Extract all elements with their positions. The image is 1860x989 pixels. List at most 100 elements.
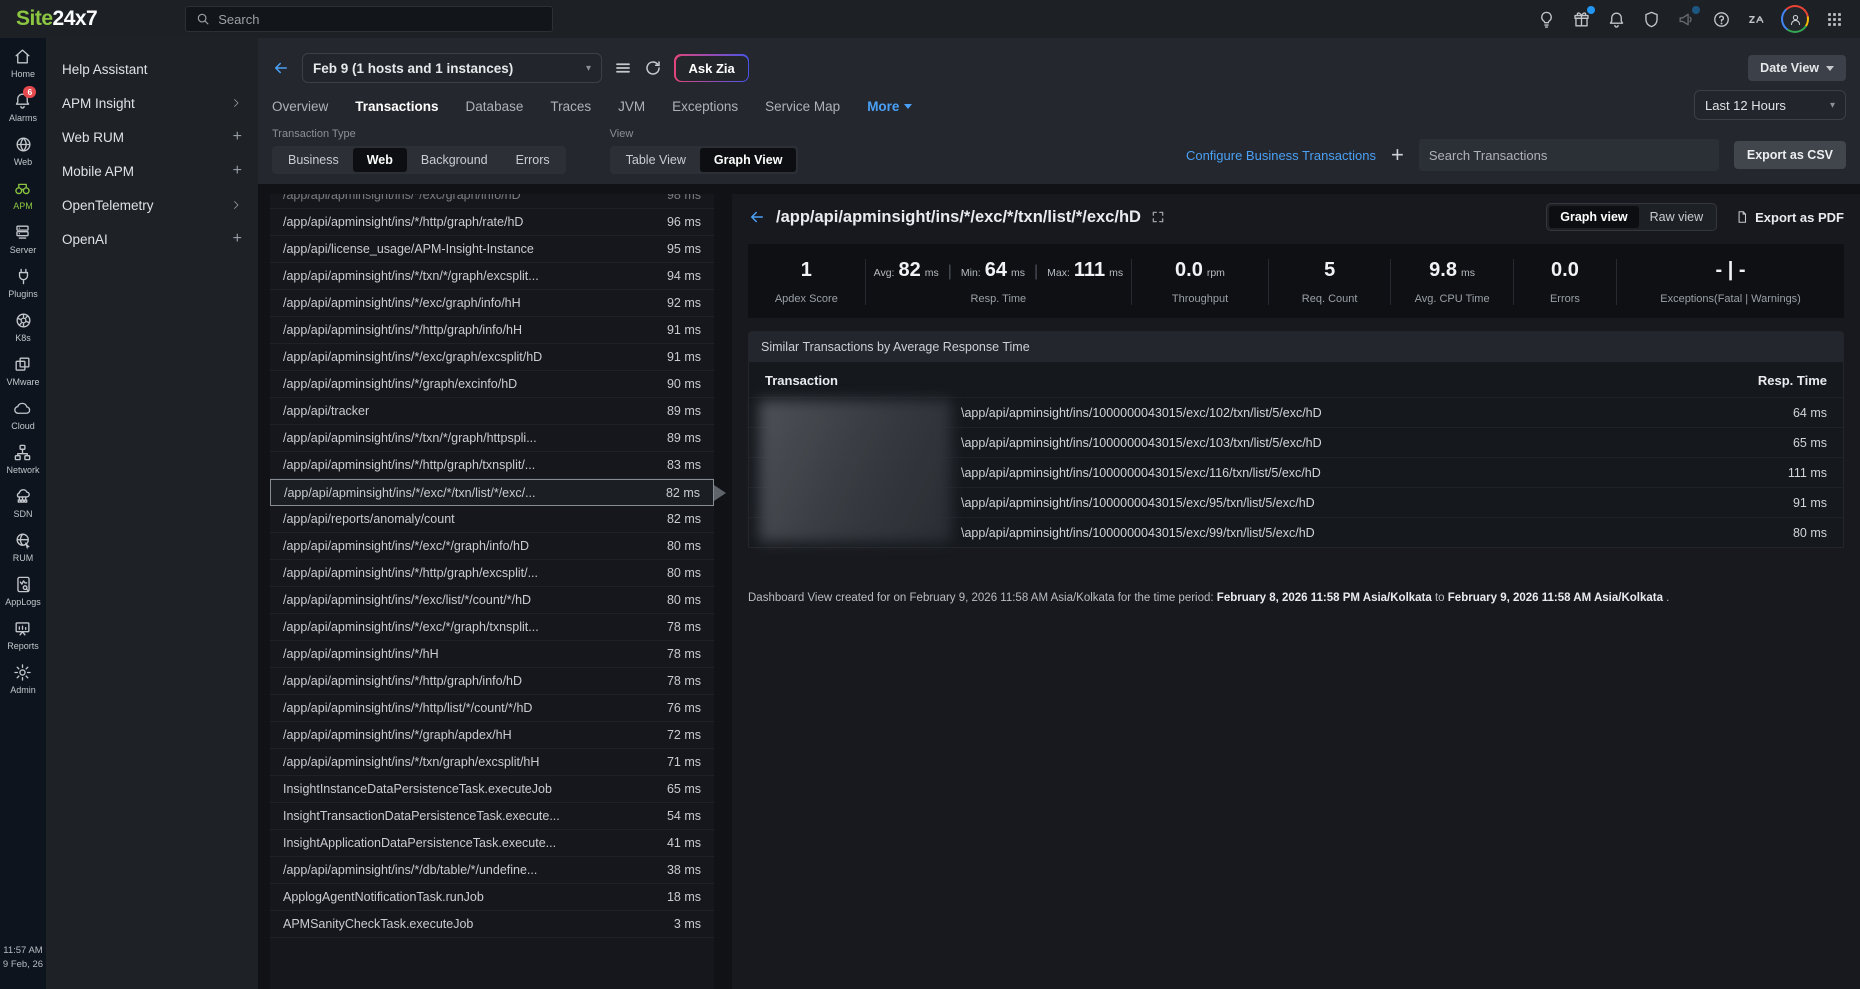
rail-item-network[interactable]: Network (6, 443, 39, 475)
rail-item-label: Server (10, 245, 37, 255)
monitor-selector-dropdown[interactable]: Feb 9 (1 hosts and 1 instances) ▾ (302, 53, 602, 83)
transaction-row[interactable]: /app/api/apminsight/ins/*/exc/*/graph/tx… (270, 614, 714, 641)
help-icon[interactable] (1711, 9, 1731, 29)
rail-item-vmware[interactable]: VMware (6, 355, 39, 387)
rail-item-plugins[interactable]: Plugins (8, 267, 38, 299)
rail-item-sdn[interactable]: SDN (13, 487, 32, 519)
type-errors[interactable]: Errors (502, 148, 564, 172)
rail-item-label: Plugins (8, 289, 38, 299)
transaction-row[interactable]: /app/api/apminsight/ins/*/exc/graph/info… (270, 194, 714, 209)
rail-item-rum[interactable]: RUM (13, 531, 34, 563)
logo-part-site: Site (16, 7, 53, 30)
export-as-pdf-button[interactable]: Export as PDF (1735, 210, 1844, 225)
transaction-row[interactable]: /app/api/apminsight/ins/*/exc/graph/excs… (270, 344, 714, 371)
transaction-row[interactable]: /app/api/apminsight/ins/*/http/graph/txn… (270, 452, 714, 479)
transaction-row[interactable]: InsightInstanceDataPersistenceTask.execu… (270, 776, 714, 803)
bell-icon[interactable] (1606, 9, 1626, 29)
tab-more[interactable]: More (867, 99, 912, 114)
transaction-row[interactable]: /app/api/apminsight/ins/*/graph/excinfo/… (270, 371, 714, 398)
sidebar-item-opentelemetry[interactable]: OpenTelemetry (46, 188, 258, 222)
search-transactions-input[interactable]: Search Transactions (1419, 139, 1719, 171)
transaction-row[interactable]: ApplogAgentNotificationTask.runJob18 ms (270, 884, 714, 911)
date-view-button[interactable]: Date View (1748, 55, 1846, 81)
transaction-row[interactable]: /app/api/apminsight/ins/*/exc/graph/info… (270, 290, 714, 317)
transaction-row[interactable]: APMSanityCheckTask.executeJob3 ms (270, 911, 714, 938)
tab-transactions[interactable]: Transactions (355, 99, 438, 114)
type-web[interactable]: Web (353, 148, 407, 172)
rail-item-alarms[interactable]: 6Alarms (9, 91, 37, 123)
plus-icon: + (233, 231, 242, 247)
rail-item-cloud[interactable]: Cloud (11, 399, 35, 431)
transaction-row[interactable]: /app/api/reports/anomaly/count82 ms (270, 506, 714, 533)
zia-icon[interactable] (1746, 9, 1766, 29)
back-arrow-icon[interactable] (272, 59, 290, 77)
sidebar-item-openai[interactable]: OpenAI+ (46, 222, 258, 256)
ask-zia-button[interactable]: Ask Zia (674, 54, 749, 82)
transaction-row[interactable]: /app/api/apminsight/ins/*/http/graph/rat… (270, 209, 714, 236)
rail-item-apm[interactable]: APM (13, 179, 33, 211)
tab-database[interactable]: Database (466, 99, 524, 114)
sidebar-item-help-assistant[interactable]: Help Assistant (46, 52, 258, 86)
transaction-row[interactable]: /app/api/license_usage/APM-Insight-Insta… (270, 236, 714, 263)
footer-suffix: . (1663, 592, 1669, 604)
transaction-row[interactable]: /app/api/apminsight/ins/*/txn/*/graph/ex… (270, 263, 714, 290)
refresh-icon[interactable] (644, 59, 662, 77)
rail-item-web[interactable]: Web (14, 135, 33, 167)
bulb-icon[interactable] (1536, 9, 1556, 29)
transaction-row[interactable]: /app/api/apminsight/ins/*/exc/list/*/cou… (270, 587, 714, 614)
rail-item-home[interactable]: Home (11, 47, 35, 79)
tab-exceptions[interactable]: Exceptions (672, 99, 738, 114)
detail-view-graph-view[interactable]: Graph view (1549, 206, 1638, 228)
expand-icon[interactable] (1151, 210, 1165, 224)
rail-item-server[interactable]: Server (10, 223, 37, 255)
transaction-row[interactable]: /app/api/apminsight/ins/*/http/list/*/co… (270, 695, 714, 722)
view-table-view[interactable]: Table View (612, 148, 700, 172)
transaction-stats-bar: 1Apdex ScoreAvg:82ms|Min:64ms|Max:111msR… (748, 244, 1844, 318)
export-as-csv-button[interactable]: Export as CSV (1734, 141, 1846, 169)
add-business-transaction-icon[interactable]: + (1391, 144, 1404, 166)
tab-overview[interactable]: Overview (272, 99, 328, 114)
sidebar-item-mobile-apm[interactable]: Mobile APM+ (46, 154, 258, 188)
rail-item-reports[interactable]: Reports (7, 619, 39, 651)
transaction-row[interactable]: /app/api/apminsight/ins/*/hH78 ms (270, 641, 714, 668)
type-background[interactable]: Background (407, 148, 502, 172)
hamburger-menu-icon[interactable] (614, 59, 632, 77)
configure-business-transactions-link[interactable]: Configure Business Transactions (1186, 148, 1376, 163)
transaction-row[interactable]: /app/api/apminsight/ins/*/http/graph/exc… (270, 560, 714, 587)
detail-back-arrow-icon[interactable] (748, 208, 766, 226)
shield-icon[interactable] (1641, 9, 1661, 29)
transaction-name: /app/api/apminsight/ins/*/http/list/*/co… (283, 701, 667, 715)
type-business[interactable]: Business (274, 148, 353, 172)
rail-item-applogs[interactable]: AppLogs (5, 575, 41, 607)
transaction-row[interactable]: /app/api/apminsight/ins/*/txn/*/graph/ht… (270, 425, 714, 452)
transaction-row[interactable]: /app/api/apminsight/ins/*/exc/*/graph/in… (270, 533, 714, 560)
gift-icon[interactable] (1571, 9, 1591, 29)
transaction-row[interactable]: /app/api/apminsight/ins/*/graph/apdex/hH… (270, 722, 714, 749)
detail-view-raw-view[interactable]: Raw view (1639, 206, 1715, 228)
tab-service-map[interactable]: Service Map (765, 99, 840, 114)
transaction-row[interactable]: /app/api/apminsight/ins/*/txn/graph/excs… (270, 749, 714, 776)
transaction-name: /app/api/apminsight/ins/*/exc/*/graph/in… (283, 539, 667, 553)
transaction-row[interactable]: /app/api/apminsight/ins/*/exc/*/txn/list… (270, 479, 714, 506)
transaction-row[interactable]: /app/api/apminsight/ins/*/db/table/*/und… (270, 857, 714, 884)
megaphone-icon[interactable] (1676, 9, 1696, 29)
view-graph-view[interactable]: Graph View (700, 148, 797, 172)
transaction-row[interactable]: /app/api/apminsight/ins/*/http/graph/inf… (270, 317, 714, 344)
rail-item-k8s[interactable]: K8s (14, 311, 33, 343)
tab-traces[interactable]: Traces (550, 99, 591, 114)
global-search-input[interactable]: Search (185, 6, 553, 32)
sidebar-item-web-rum[interactable]: Web RUM+ (46, 120, 258, 154)
apps-grid-icon[interactable] (1824, 9, 1844, 29)
transaction-row[interactable]: /app/api/apminsight/ins/*/http/graph/inf… (270, 668, 714, 695)
transaction-row[interactable]: InsightApplicationDataPersistenceTask.ex… (270, 830, 714, 857)
stat-label: Exceptions(Fatal | Warnings) (1660, 293, 1801, 305)
rail-item-admin[interactable]: Admin (10, 663, 36, 695)
tab-jvm[interactable]: JVM (618, 99, 645, 114)
time-range-dropdown[interactable]: Last 12 Hours ▾ (1694, 90, 1846, 120)
transaction-row[interactable]: /app/api/tracker89 ms (270, 398, 714, 425)
transaction-type-label: Transaction Type (272, 128, 566, 140)
transaction-row[interactable]: InsightTransactionDataPersistenceTask.ex… (270, 803, 714, 830)
avatar[interactable] (1781, 5, 1809, 33)
site24x7-logo[interactable]: Site24x7 (16, 7, 97, 31)
sidebar-item-apm-insight[interactable]: APM Insight (46, 86, 258, 120)
